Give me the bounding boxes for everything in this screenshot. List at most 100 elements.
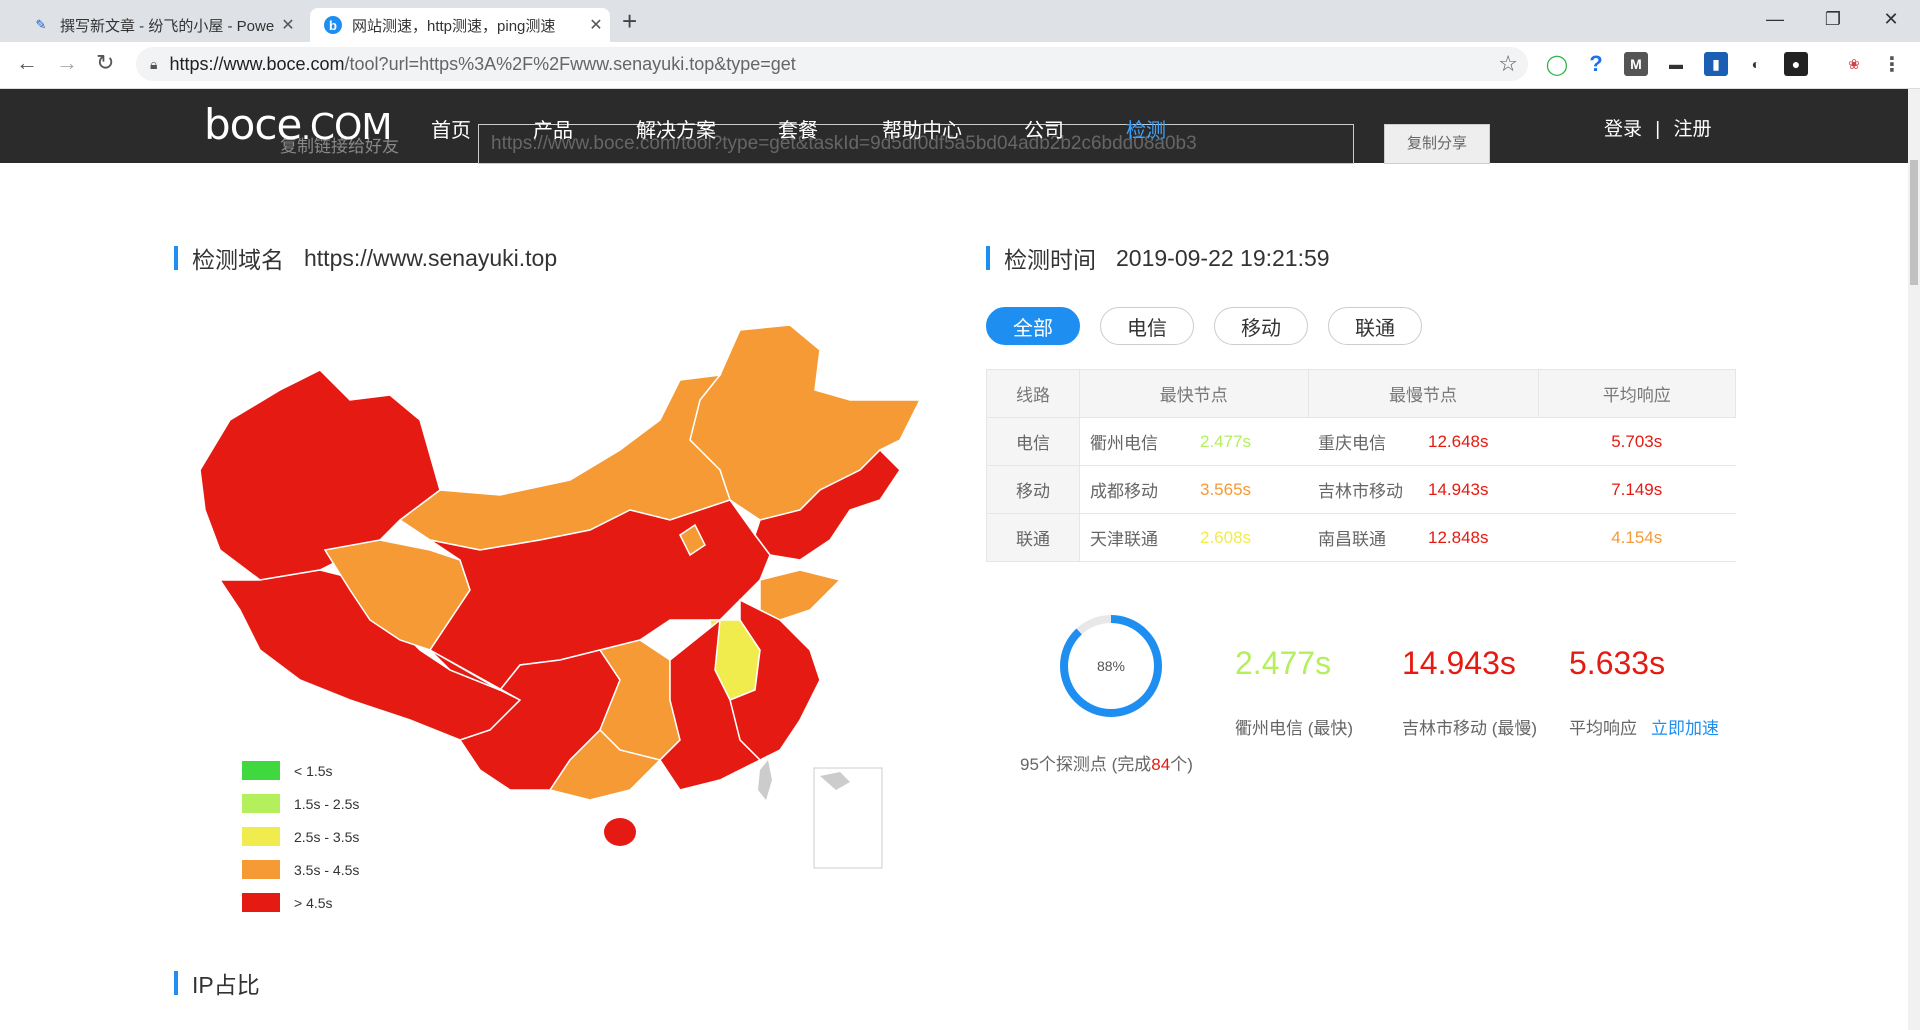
slow-time: 12.648s [1428, 417, 1538, 466]
extension-help-icon[interactable]: ? [1584, 51, 1608, 76]
map-region-taiwan [758, 760, 772, 800]
site-logo[interactable]: boce.COM [204, 100, 392, 149]
time-label: 检测时间 [1004, 247, 1096, 273]
copy-share-button[interactable]: 复制分享 [1384, 124, 1490, 164]
table-row: 联通 天津联通 2.608s 南昌联通 12.848s 4.154s [986, 513, 1736, 562]
register-link[interactable]: 注册 [1674, 119, 1712, 140]
extension-bookmark-icon[interactable]: ▮ [1704, 52, 1728, 76]
back-icon[interactable]: ← [16, 50, 38, 76]
minimize-icon[interactable]: ― [1746, 0, 1804, 38]
close-tab-icon[interactable]: ✕ [582, 15, 610, 35]
legend-swatch [242, 893, 280, 912]
average-label-group: 平均响应 立即加速 [1569, 714, 1719, 739]
ip-label: IP占比 [192, 972, 260, 998]
extension-m-icon[interactable]: M [1624, 52, 1648, 76]
fast-node: 衢州电信 [1079, 417, 1200, 466]
restore-icon[interactable]: ❐ [1804, 0, 1862, 38]
address-bar[interactable]: 🔒︎ https://www.boce.com/tool?url=https%3… [136, 47, 1528, 81]
average-value: 5.633s [1569, 645, 1666, 681]
legend-label: 3.5s - 4.5s [294, 861, 360, 878]
extension-bird-icon[interactable]: ◐ [1744, 52, 1768, 76]
legend-item: 3.5s - 4.5s [242, 860, 359, 879]
nav-solutions[interactable]: 解决方案 [636, 114, 716, 143]
scrollbar-thumb[interactable] [1910, 160, 1918, 285]
legend-label: 1.5s - 2.5s [294, 795, 360, 812]
legend-label: > 4.5s [294, 894, 333, 911]
forward-icon[interactable]: → [56, 50, 78, 76]
row-line: 电信 [986, 417, 1080, 466]
browser-tab-2[interactable]: b 网站测速，http测速，ping测速 ✕ [310, 8, 610, 42]
accelerate-link[interactable]: 立即加速 [1651, 719, 1719, 738]
lock-icon: 🔒︎ [150, 55, 158, 72]
boce-favicon-icon: b [324, 16, 342, 34]
domain-value: https://www.senayuki.top [304, 244, 558, 271]
row-line: 联通 [986, 513, 1080, 562]
reload-icon[interactable]: ↻ [96, 50, 114, 76]
row-line: 移动 [986, 465, 1080, 514]
fastest-label: 衢州电信 (最快) [1235, 719, 1354, 738]
avg-time: 7.149s [1538, 465, 1736, 514]
nav-company[interactable]: 公司 [1024, 114, 1064, 143]
header-slowest: 最慢节点 [1307, 369, 1539, 418]
legend-label: < 1.5s [294, 762, 333, 779]
completion-percent: 88% [1097, 658, 1125, 674]
time-value: 2019-09-22 19:21:59 [1116, 244, 1330, 271]
header-average: 平均响应 [1537, 369, 1736, 418]
fast-node: 成都移动 [1079, 465, 1200, 514]
close-window-icon[interactable]: ✕ [1862, 0, 1920, 38]
filter-unicom[interactable]: 联通 [1328, 307, 1422, 345]
average-label: 平均响应 [1569, 719, 1637, 738]
close-tab-icon[interactable]: ✕ [274, 15, 302, 35]
fast-time: 3.565s [1200, 465, 1308, 514]
legend-swatch [242, 860, 280, 879]
extension-mask-icon[interactable]: ▬ [1664, 52, 1688, 76]
nav-help-center[interactable]: 帮助中心 [882, 114, 962, 143]
domain-label: 检测域名 [192, 247, 284, 273]
title-accent-bar [986, 246, 990, 270]
filter-mobile[interactable]: 移动 [1214, 307, 1308, 345]
nav-packages[interactable]: 套餐 [778, 114, 818, 143]
header-line: 线路 [986, 369, 1080, 418]
legend-swatch [242, 761, 280, 780]
menu-more-icon[interactable]: ⋮ [1880, 52, 1904, 76]
title-accent-bar [174, 971, 178, 995]
map-region-shandong [759, 569, 842, 621]
probe-count: 95个探测点 (完成84个) [1020, 755, 1193, 774]
slowest-value: 14.943s [1402, 645, 1516, 681]
nav-detect[interactable]: 检测 [1126, 114, 1166, 143]
avg-time: 4.154s [1538, 513, 1736, 562]
legend-item: 1.5s - 2.5s [242, 794, 359, 813]
slow-node: 南昌联通 [1308, 513, 1428, 562]
filter-all[interactable]: 全部 [986, 307, 1080, 345]
results-table: 线路 最快节点 最慢节点 平均响应 电信 衢州电信 2.477s 重庆电信 12… [986, 369, 1736, 562]
slow-time: 14.943s [1428, 465, 1538, 514]
fastest-value: 2.477s [1235, 645, 1332, 681]
auth-links: 登录 | 注册 [1604, 114, 1712, 141]
browser-tab-bar: ✎ 撰写新文章 - 纷飞的小屋 - Powe ✕ b 网站测速，http测速，p… [0, 0, 1920, 42]
filter-telecom[interactable]: 电信 [1100, 307, 1194, 345]
share-bar: 复制链接给好友 https://www.boce.com/tool?type=g… [220, 124, 1500, 168]
table-row: 移动 成都移动 3.565s 吉林市移动 14.943s 7.149s [986, 465, 1736, 514]
legend-item: > 4.5s [242, 893, 333, 912]
fast-time: 2.477s [1200, 417, 1308, 466]
browser-tab-1[interactable]: ✎ 撰写新文章 - 纷飞的小屋 - Powe ✕ [18, 8, 302, 42]
nav-home[interactable]: 首页 [431, 114, 471, 143]
legend-item: < 1.5s [242, 761, 333, 780]
fast-time: 2.608s [1200, 513, 1308, 562]
extension-circle-icon[interactable]: ◯ [1545, 52, 1569, 76]
login-link[interactable]: 登录 [1604, 119, 1642, 140]
bookmark-star-icon[interactable]: ☆ [1498, 51, 1518, 77]
legend-item: 2.5s - 3.5s [242, 827, 359, 846]
profile-avatar-icon[interactable]: ❀ [1842, 52, 1866, 76]
nav-products[interactable]: 产品 [533, 114, 573, 143]
header-fastest: 最快节点 [1079, 369, 1309, 418]
time-title: 检测时间 2019-09-22 19:21:59 [986, 241, 1330, 275]
slow-node: 重庆电信 [1308, 417, 1428, 466]
fast-node: 天津联通 [1079, 513, 1200, 562]
map-region-hainan [604, 818, 636, 846]
title-accent-bar [174, 246, 178, 270]
new-tab-icon[interactable]: + [622, 6, 637, 37]
extension-ghost-icon[interactable]: ● [1784, 52, 1808, 76]
legend-swatch [242, 827, 280, 846]
pen-icon: ✎ [35, 17, 47, 32]
